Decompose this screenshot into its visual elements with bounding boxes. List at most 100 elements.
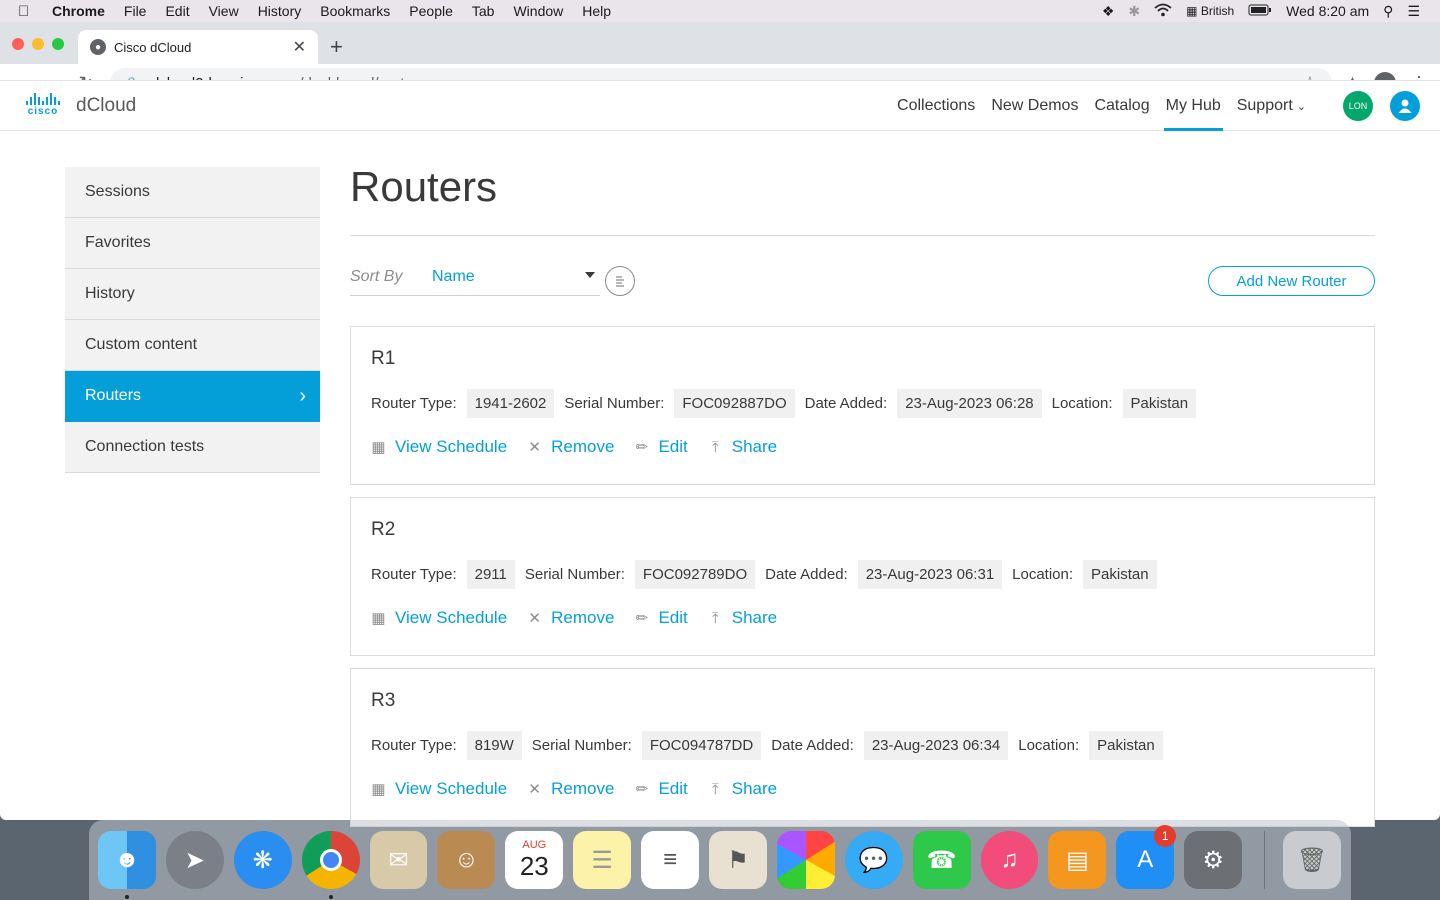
apple-menu-icon[interactable]:  bbox=[18, 3, 38, 20]
calendar-day: 23 bbox=[519, 850, 549, 881]
share-link[interactable]: ⤒ Share bbox=[708, 437, 777, 457]
app-store-icon[interactable]: A1 bbox=[1116, 825, 1177, 889]
calendar-app-icon[interactable]: AUG 23 bbox=[505, 831, 564, 889]
running-indicator bbox=[328, 895, 333, 899]
sort-direction-button[interactable] bbox=[605, 266, 635, 296]
finder-icon[interactable]: ☻ bbox=[98, 831, 156, 899]
mail-stamp-icon[interactable]: ✉ bbox=[369, 831, 428, 889]
caret-down-icon[interactable] bbox=[585, 272, 595, 278]
menu-tab[interactable]: Tab bbox=[472, 3, 495, 19]
cisco-dcloud-logo[interactable]: cisco dCloud bbox=[22, 93, 136, 117]
nav-catalog[interactable]: Catalog bbox=[1094, 81, 1149, 131]
close-icon: ✕ bbox=[528, 439, 541, 456]
share-link[interactable]: ⤒ Share bbox=[708, 608, 777, 628]
battery-icon[interactable] bbox=[1248, 3, 1272, 19]
new-tab-button[interactable]: + bbox=[330, 34, 343, 60]
location-value: Pakistan bbox=[1083, 560, 1157, 589]
menu-chrome[interactable]: Chrome bbox=[52, 3, 105, 19]
remove-link[interactable]: ✕ Remove bbox=[527, 437, 614, 457]
edit-link[interactable]: ✏ Edit bbox=[634, 608, 688, 628]
menu-bookmarks[interactable]: Bookmarks bbox=[320, 3, 390, 19]
page-title: Routers bbox=[350, 163, 498, 210]
router-type-label: Router Type: bbox=[371, 566, 457, 583]
status-app-icon[interactable]: ❖ bbox=[1102, 3, 1115, 20]
sidebar-item-favorites[interactable]: Favorites bbox=[65, 218, 320, 269]
dock-separator bbox=[1264, 831, 1266, 889]
remove-link[interactable]: ✕ Remove bbox=[527, 608, 614, 628]
close-window-button[interactable] bbox=[12, 38, 24, 50]
menu-view[interactable]: View bbox=[209, 3, 239, 19]
notes-icon[interactable]: ☰ bbox=[573, 831, 632, 889]
tab-close-icon[interactable]: ✕ bbox=[293, 37, 306, 57]
sidebar-item-connection-tests[interactable]: Connection tests bbox=[65, 422, 320, 473]
photos-icon[interactable] bbox=[776, 831, 835, 889]
user-account-icon[interactable] bbox=[1390, 91, 1420, 121]
share-upload-icon: ⤒ bbox=[711, 780, 719, 798]
notification-center-icon[interactable]: ☰ bbox=[1407, 3, 1420, 20]
books-icon[interactable]: ▤ bbox=[1048, 831, 1107, 889]
serial-number-value: FOC092789DO bbox=[634, 560, 756, 589]
zoom-window-button[interactable] bbox=[52, 38, 64, 50]
view-schedule-link[interactable]: ▦ View Schedule bbox=[371, 779, 507, 799]
remove-link[interactable]: ✕ Remove bbox=[527, 779, 614, 799]
share-link[interactable]: ⤒ Share bbox=[708, 779, 777, 799]
routers-main: Routers Sort By Name Add New Router R1 R… bbox=[350, 131, 1375, 839]
menu-people[interactable]: People bbox=[409, 3, 453, 19]
router-type-label: Router Type: bbox=[371, 737, 457, 754]
trash-icon[interactable]: 🗑 bbox=[1283, 831, 1342, 889]
menu-file[interactable]: File bbox=[124, 3, 147, 19]
view-schedule-link[interactable]: ▦ View Schedule bbox=[371, 437, 507, 457]
share-upload-icon: ⤒ bbox=[711, 609, 719, 627]
minimize-window-button[interactable] bbox=[32, 38, 44, 50]
router-actions: ▦ View Schedule ✕ Remove ✏ Edit ⤒ Share bbox=[371, 437, 797, 457]
calendar-icon: ▦ bbox=[371, 610, 386, 627]
music-note-icon[interactable]: ♫ bbox=[980, 831, 1039, 889]
sort-by-select[interactable]: Name bbox=[432, 268, 600, 286]
add-new-router-button[interactable]: Add New Router bbox=[1208, 266, 1375, 296]
edit-link[interactable]: ✏ Edit bbox=[634, 779, 688, 799]
menubar-clock[interactable]: Wed 8:20 am bbox=[1286, 3, 1369, 19]
chrome-icon[interactable] bbox=[301, 831, 360, 899]
safari-compass-icon[interactable]: ❋ bbox=[233, 831, 292, 889]
launchpad-rocket-icon[interactable]: ➤ bbox=[165, 831, 224, 889]
messages-icon[interactable]: 💬 bbox=[844, 831, 903, 889]
router-type-value: 819W bbox=[466, 731, 522, 760]
bluetooth-icon[interactable]: ✱ bbox=[1128, 3, 1140, 20]
facetime-icon[interactable]: ☎ bbox=[912, 831, 971, 889]
tab-title: Cisco dCloud bbox=[114, 39, 192, 55]
edit-link[interactable]: ✏ Edit bbox=[634, 437, 688, 457]
cisco-bridge-icon bbox=[26, 93, 60, 105]
menu-edit[interactable]: Edit bbox=[165, 3, 189, 19]
menu-history[interactable]: History bbox=[258, 3, 302, 19]
nav-collections[interactable]: Collections bbox=[897, 81, 975, 131]
date-added-value: 23-Aug-2023 06:28 bbox=[897, 389, 1042, 418]
system-preferences-gear-icon[interactable]: ⚙ bbox=[1184, 831, 1243, 889]
sidebar-item-history[interactable]: History bbox=[65, 269, 320, 320]
sidebar-item-sessions[interactable]: Sessions bbox=[65, 167, 320, 218]
maps-icon[interactable]: ⚑ bbox=[709, 831, 767, 889]
spotlight-search-icon[interactable]: ⚲ bbox=[1383, 3, 1393, 20]
sort-toolbar: Sort By Name Add New Router bbox=[350, 236, 1375, 326]
my-hub-sidebar: Sessions Favorites History Custom conten… bbox=[65, 167, 320, 473]
view-schedule-link[interactable]: ▦ View Schedule bbox=[371, 608, 507, 628]
cisco-wordmark: cisco bbox=[27, 106, 59, 117]
menu-help[interactable]: Help bbox=[582, 3, 611, 19]
wifi-icon[interactable] bbox=[1154, 3, 1172, 20]
share-label: Share bbox=[731, 779, 778, 798]
datacenter-badge[interactable]: LON bbox=[1343, 91, 1373, 121]
browser-tab[interactable]: ● Cisco dCloud ✕ bbox=[78, 30, 318, 64]
macos-dock: ☻ ➤ ❋ ✉ ☺ AUG 23 ☰ ≡ ⚑ 💬 ☎ ♫ ▤ A1 ⚙ 🗑 bbox=[89, 820, 1351, 900]
sidebar-item-routers[interactable]: Routers › bbox=[65, 371, 320, 422]
date-added-label: Date Added: bbox=[765, 566, 848, 583]
router-details: Router Type: 819W Serial Number: FOC0947… bbox=[371, 731, 1173, 760]
reminders-icon[interactable]: ≡ bbox=[641, 831, 700, 889]
nav-my-hub[interactable]: My Hub bbox=[1163, 81, 1223, 131]
sidebar-item-custom-content[interactable]: Custom content bbox=[65, 320, 320, 371]
remove-label: Remove bbox=[551, 608, 615, 627]
input-source-flag-icon[interactable]: ▦ British bbox=[1186, 4, 1234, 18]
menu-window[interactable]: Window bbox=[513, 3, 563, 19]
contacts-icon[interactable]: ☺ bbox=[437, 831, 496, 889]
nav-new-demos[interactable]: New Demos bbox=[991, 81, 1078, 131]
pencil-icon: ✏ bbox=[635, 781, 649, 798]
nav-support[interactable]: Support ⌄ bbox=[1237, 81, 1306, 131]
